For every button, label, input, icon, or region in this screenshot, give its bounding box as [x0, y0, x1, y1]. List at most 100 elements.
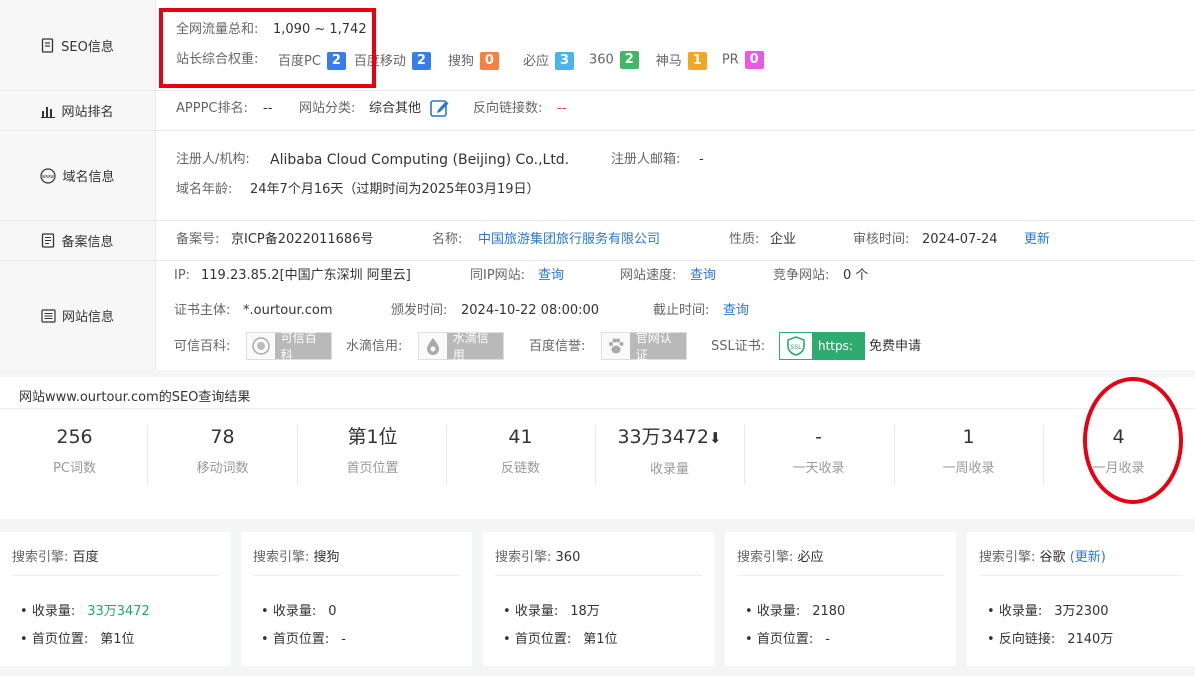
ssl-chip-text: https: — [812, 333, 864, 359]
backlink-label: 反向链接: — [998, 632, 1056, 647]
icp-nature-label: 性质: — [729, 232, 760, 247]
icp-nature-value: 企业 — [770, 232, 797, 247]
stat-value: 41 — [508, 426, 533, 448]
weight-item-bing[interactable]: 必应 3 — [523, 50, 574, 71]
ip-value: 119.23.85.2[中国广东深圳 阿里云] — [201, 268, 411, 283]
record-book-icon — [42, 233, 55, 248]
stat-value: 256 — [56, 426, 93, 448]
list-document-icon — [41, 308, 56, 323]
seo-row: SEO信息 全网流量总和: 1,090 ~ 1,742 站长综合权重: 百度PC… — [0, 0, 1195, 91]
baidu-credit-badge[interactable]: 官网认证 — [601, 331, 687, 362]
icp-update-link[interactable]: 更新 — [1024, 232, 1050, 248]
stat-backlinks[interactable]: 41 反链数 — [446, 425, 595, 476]
backlink-label: 反向链接数: — [473, 101, 543, 116]
weight-item-shenma[interactable]: 神马 1 — [656, 50, 707, 71]
icp-name-label: 名称: — [432, 232, 463, 247]
ssl-free-apply-link[interactable]: 免费申请 — [869, 339, 921, 355]
expire-query-link[interactable]: 查询 — [723, 303, 749, 319]
shuidi-badge[interactable]: 水滴信用 — [418, 331, 504, 362]
indexed-label: 收录量: — [756, 604, 801, 619]
engine-home: • 首页位置: - — [261, 632, 346, 647]
apppc-value: -- — [263, 101, 273, 116]
edit-icon[interactable] — [430, 98, 450, 118]
weight-item-360[interactable]: 360 2 — [589, 51, 639, 69]
age-label: 域名年龄: — [176, 182, 233, 197]
indexed-value: 0 — [328, 604, 337, 619]
shuidi-chip-text: 水滴信用 — [446, 331, 503, 362]
compete-label: 竞争网站: — [773, 268, 830, 283]
home-label: 首页位置: — [756, 632, 814, 647]
speed-label: 网站速度: — [620, 268, 677, 283]
domain-label: www 域名信息 — [0, 131, 156, 220]
weight-badge: 0 — [479, 52, 499, 71]
divider — [737, 575, 944, 576]
icp-no-value: 京ICP备2022011686号 — [231, 232, 374, 247]
engine-card-google: 搜索引擎: 谷歌 (更新) • 收录量: 3万2300 • 反向链接: 2140万 — [967, 532, 1195, 666]
weight-item-sogou[interactable]: 搜狗 0 — [448, 50, 499, 71]
compete-value: 0 个 — [843, 268, 869, 283]
same-ip-label: 同IP网站: — [470, 268, 526, 283]
icp-row: 备案信息 备案号: 京ICP备2022011686号 名称: 中国旅游集团旅行服… — [0, 221, 1195, 261]
weight-badge: 1 — [687, 52, 707, 71]
stat-value: 1 — [962, 426, 975, 448]
indexed-label: 收录量: — [31, 604, 76, 619]
stat-key: 反链数 — [500, 461, 540, 476]
engine-label: 搜索引擎: — [737, 550, 794, 565]
stat-mobile-words[interactable]: 78 移动词数 — [148, 425, 297, 476]
weight-name: 必应 — [522, 53, 549, 69]
stat-value: - — [815, 426, 822, 448]
registrant-label: 注册人/机构: — [176, 152, 250, 167]
stat-home-position[interactable]: 第1位 首页位置 — [298, 425, 447, 476]
bar-chart-icon — [41, 106, 56, 118]
document-icon — [41, 37, 54, 53]
domain-label-text: 域名信息 — [62, 170, 115, 185]
engine-card-360: 搜索引擎: 360 • 收录量: 18万 • 首页位置: 第1位 — [483, 532, 714, 666]
engine-card-baidu: 搜索引擎: 百度 • 收录量: 33万3472 • 首页位置: 第1位 — [0, 532, 231, 666]
kexin-badge[interactable]: 可信百科 — [246, 331, 332, 362]
home-label: 首页位置: — [514, 632, 572, 647]
icp-audit-label: 审核时间: — [853, 232, 910, 247]
weight-item-pr[interactable]: PR 0 — [722, 51, 764, 69]
category-label: 网站分类: — [299, 101, 356, 116]
engine-indexed: • 收录量: 3万2300 — [987, 604, 1109, 619]
issue-label: 颁发时间: — [391, 303, 448, 318]
engine-title: 搜索引擎: 百度 — [12, 546, 99, 565]
icp-label: 备案信息 — [0, 221, 156, 260]
engine-name: 360 — [555, 550, 581, 565]
stat-week-indexed[interactable]: 1 一周收录 — [894, 425, 1043, 476]
icp-label-text: 备案信息 — [61, 235, 114, 250]
paw-icon — [602, 333, 630, 359]
kexin-chip-text: 可信百科 — [274, 331, 331, 362]
speed-query-link[interactable]: 查询 — [690, 268, 716, 284]
stat-day-indexed[interactable]: - 一天收录 — [744, 425, 893, 476]
engine-indexed: • 收录量: 2180 — [745, 604, 846, 619]
highlight-circle — [1083, 377, 1183, 504]
stat-indexed[interactable]: 33万3472⬇ 收录量 — [595, 425, 744, 477]
icp-name-link[interactable]: 中国旅游集团旅行服务有限公司 — [478, 232, 660, 248]
engine-card-bing: 搜索引擎: 必应 • 收录量: 2180 • 首页位置: - — [725, 532, 956, 666]
home-value: 第1位 — [100, 632, 135, 647]
stat-pc-words[interactable]: 256 PC词数 — [0, 425, 149, 476]
same-ip-query-link[interactable]: 查询 — [538, 268, 564, 284]
weight-name: PR — [721, 52, 739, 68]
result-title: 网站www.ourtour.com的SEO查询结果 — [19, 390, 251, 405]
engine-label: 搜索引擎: — [495, 550, 552, 565]
category-value: 综合其他 — [369, 101, 422, 116]
backlink-value: -- — [557, 101, 567, 116]
google-update-link[interactable]: (更新) — [1070, 550, 1106, 565]
cert-value: *.ourtour.com — [243, 303, 333, 318]
svg-text:www: www — [42, 174, 54, 180]
engine-indexed: • 收录量: 18万 — [503, 604, 600, 619]
rank-row: 网站排名 APPPC排名: -- 网站分类: 综合其他 反向链接数: -- — [0, 91, 1195, 131]
ssl-shield-icon: SSL — [780, 333, 812, 359]
engine-home: • 首页位置: 第1位 — [503, 632, 618, 647]
engine-name: 百度 — [72, 550, 99, 565]
home-value: - — [341, 632, 346, 647]
divider — [979, 575, 1183, 576]
weight-badge: 3 — [554, 52, 574, 71]
water-drop-icon — [419, 333, 447, 359]
indexed-value: 3万2300 — [1054, 604, 1109, 619]
engine-label: 搜索引擎: — [12, 550, 69, 565]
apppc-label: APPPC排名: — [176, 101, 248, 116]
ssl-badge[interactable]: SSL https: — [779, 332, 865, 360]
